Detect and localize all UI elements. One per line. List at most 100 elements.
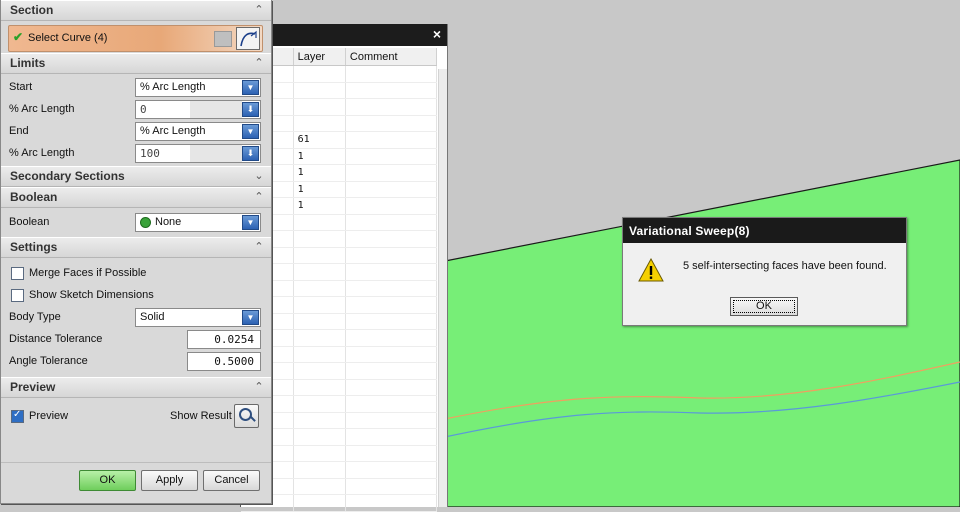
table-cell [345,379,438,396]
deselect-icon[interactable] [214,31,232,47]
ok-button[interactable]: OK [79,470,136,491]
table-cell [293,329,346,347]
table-cell [293,65,346,83]
end-row: End % Arc Length ▼ [1,120,271,142]
table-cell [345,164,438,182]
start-arc-label: % Arc Length [9,103,75,115]
magnifier-icon [239,408,252,421]
message-text: 5 self-intersecting faces have been foun… [683,260,887,272]
table-cell [345,461,438,479]
start-select[interactable]: % Arc Length ▼ [135,78,261,97]
curve-rule-icon[interactable] [236,27,260,50]
secondary-sections-title: Secondary Sections [10,169,125,183]
merge-faces-label: Merge Faces if Possible [29,267,147,279]
table-cell [345,148,438,165]
end-select[interactable]: % Arc Length ▼ [135,122,261,141]
collapse-icon[interactable]: ⌃ [252,54,266,73]
column-header[interactable]: Layer [293,48,346,66]
table-cell [293,379,346,396]
select-curve-row[interactable]: ✔ Select Curve (4) [8,25,263,52]
table-cell [293,461,346,479]
angle-tolerance-row: Angle Tolerance 0.5000 [1,350,271,372]
secondary-sections-header[interactable]: Secondary Sections ⌄ [1,166,271,187]
end-arc-label: % Arc Length [9,147,75,159]
table-cell [345,280,438,297]
table-cell [293,428,346,446]
settings-title: Settings [10,240,58,254]
column-header[interactable]: Comment [345,48,438,66]
arrow-down-icon[interactable]: ⬇ [242,102,259,117]
table-cell [293,346,346,363]
table-cell [345,395,438,413]
start-arc-value: 0 [140,103,147,116]
angle-tolerance-label: Angle Tolerance [9,355,88,367]
table-cell [345,230,438,248]
boolean-select-value: None [155,216,182,228]
body-type-row: Body Type Solid ▼ [1,306,271,328]
table-cell: 1 [293,181,346,198]
chevron-down-icon[interactable]: ▼ [242,310,259,325]
end-arc-value: 100 [140,147,160,160]
chevron-down-icon[interactable]: ▼ [242,215,259,230]
collapse-icon[interactable]: ⌃ [252,1,266,20]
table-cell [345,412,438,429]
angle-tolerance-input[interactable]: 0.5000 [187,352,261,371]
preview-row: Preview Show Result [1,398,271,432]
preview-checkbox[interactable] [11,409,24,423]
merge-faces-row[interactable]: Merge Faces if Possible [1,262,271,284]
expand-icon[interactable]: ⌄ [252,167,266,186]
preview-header[interactable]: Preview ⌃ [1,377,271,398]
chevron-down-icon[interactable]: ▼ [242,80,259,95]
limits-header[interactable]: Limits ⌃ [1,53,271,74]
distance-tolerance-value: 0.0254 [214,333,254,346]
table-cell [345,82,438,99]
boolean-select[interactable]: None ▼ [135,213,261,232]
warning-icon [638,258,664,282]
body-type-label: Body Type [9,311,61,323]
message-ok-button[interactable]: OK [730,297,798,316]
table-cell [293,445,346,462]
table-cell [345,65,438,83]
show-sketch-checkbox[interactable] [11,289,24,302]
cancel-button[interactable]: Cancel [203,470,260,491]
close-icon[interactable]: × [429,26,445,42]
start-select-value: % Arc Length [140,81,206,93]
settings-header[interactable]: Settings ⌃ [1,237,271,258]
table-cell [293,214,346,231]
boolean-none-icon [140,217,151,228]
section-title: Section [10,3,54,17]
start-arc-row: % Arc Length 0 ⬇ [1,98,271,120]
collapse-icon[interactable]: ⌃ [252,188,266,207]
end-arc-input[interactable]: 100 ⬇ [135,144,261,163]
table-cell [345,445,438,462]
show-result-button[interactable] [234,404,259,428]
section-header[interactable]: Section ⌃ [1,0,271,21]
show-sketch-label: Show Sketch Dimensions [29,289,154,301]
table-cell [345,313,438,330]
collapse-icon[interactable]: ⌃ [252,238,266,257]
collapse-icon[interactable]: ⌃ [252,378,266,397]
table-cell [345,214,438,231]
table-cell [293,296,346,314]
start-arc-input[interactable]: 0 ⬇ [135,100,261,119]
table-cell [293,362,346,380]
table-cell [293,412,346,429]
variational-sweep-dialog: Section ⌃ ✔ Select Curve (4) Limits ⌃ St… [0,0,272,504]
apply-button[interactable]: Apply [141,470,198,491]
boolean-row: Boolean None ▼ [1,211,271,234]
chevron-down-icon[interactable]: ▼ [242,124,259,139]
table-cell [345,131,438,149]
table-cell [293,395,346,413]
body-type-select[interactable]: Solid ▼ [135,308,261,327]
table-cell [345,329,438,347]
distance-tolerance-input[interactable]: 0.0254 [187,330,261,349]
navigator-scrollbar[interactable] [438,69,447,507]
end-label: End [9,125,29,137]
show-sketch-row[interactable]: Show Sketch Dimensions [1,284,271,306]
arrow-down-icon[interactable]: ⬇ [242,146,259,161]
boolean-header[interactable]: Boolean ⌃ [1,187,271,208]
merge-faces-checkbox[interactable] [11,267,24,280]
preview-label: Preview [29,410,69,422]
table-cell [345,296,438,314]
boolean-title: Boolean [10,190,58,204]
